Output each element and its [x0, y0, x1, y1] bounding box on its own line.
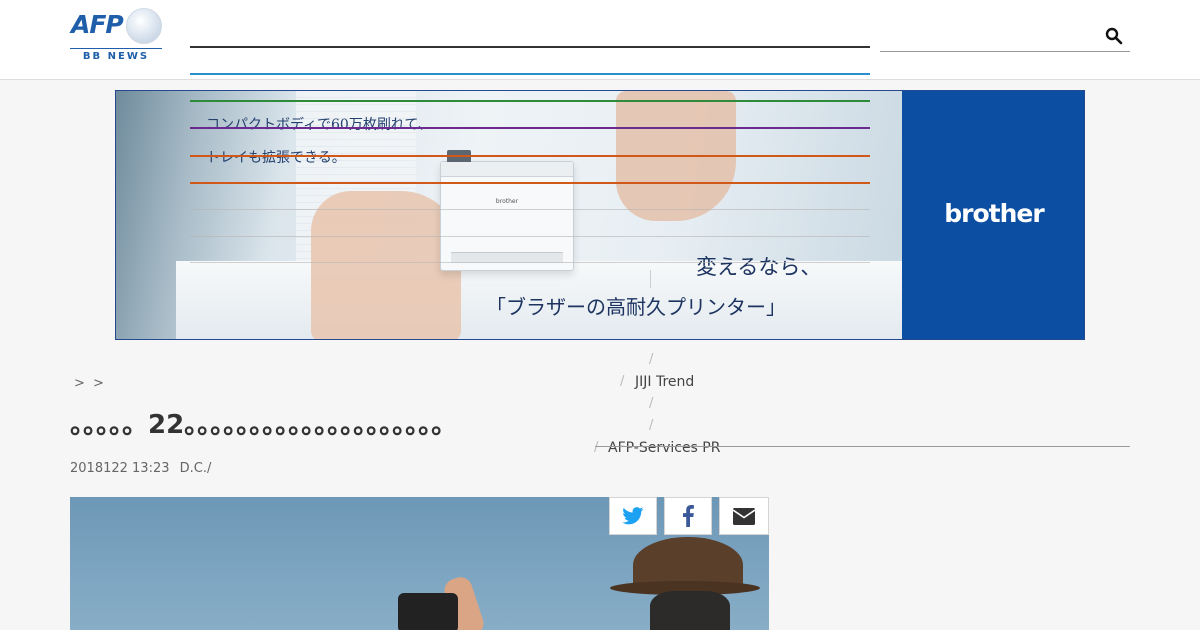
menu-divider — [650, 270, 651, 288]
search-icon[interactable] — [1105, 27, 1123, 45]
ad-copy-line2: トレイも拡張できる。 — [206, 150, 346, 166]
nav-separator: / — [594, 440, 599, 455]
site-header: AFP BB NEWS — [0, 0, 1200, 80]
search-input[interactable] — [880, 24, 1130, 52]
title-divider — [595, 446, 1130, 447]
breadcrumb[interactable]: > > — [74, 376, 106, 391]
article-meta: 2018122 13:23 D.C./ — [70, 461, 217, 476]
menu-rule-green — [190, 100, 870, 102]
photographer-head — [650, 591, 730, 630]
menu-rule-orange-2 — [190, 182, 870, 184]
facebook-icon — [683, 505, 694, 527]
afp-logo[interactable]: AFP BB NEWS — [70, 8, 162, 66]
nav-link-afp-services-pr[interactable]: AFP-Services PR — [608, 440, 720, 456]
nav-separator: / — [649, 352, 654, 367]
nav-separator: / — [649, 418, 654, 433]
article-credit: D.C./ — [179, 461, 212, 476]
ad-headline-2: 「ブラザーの高耐久プリンター」 — [486, 295, 786, 319]
article-date: 2018122 13:23 — [70, 461, 170, 476]
logo-subtitle: BB NEWS — [82, 51, 150, 62]
menu-rule-orange-1 — [190, 155, 870, 157]
nav-link-jiji-trend[interactable]: JIJI Trend — [635, 374, 694, 390]
brother-brand-panel: brother — [902, 91, 1084, 339]
brother-logo: brother — [944, 199, 1044, 228]
printer-image: brother — [440, 150, 574, 271]
logo-wordmark: AFP — [71, 10, 124, 39]
share-twitter-button[interactable] — [609, 497, 657, 535]
nav-rule-dark — [190, 46, 870, 48]
ad-copy-line1: コンパクトボディで60万枚刷れて、 — [206, 117, 432, 133]
printer-brand: brother — [495, 198, 519, 205]
globe-icon — [126, 8, 162, 44]
menu-rule-faint-2 — [190, 236, 870, 237]
menu-rule-faint-3 — [190, 262, 870, 263]
nav-separator: / — [620, 374, 625, 389]
twitter-icon — [622, 507, 644, 525]
share-mail-button[interactable] — [719, 497, 769, 535]
menu-rule-purple — [190, 127, 870, 129]
nav-separator: / — [649, 396, 654, 411]
camera — [398, 593, 458, 630]
nav-rule-blue — [190, 73, 870, 75]
article-title: 。。。。。22。。。。。。。。。。。。。。。。。。。。 — [70, 410, 458, 440]
hand-left — [311, 191, 461, 339]
printer-top — [441, 162, 573, 177]
mail-icon — [733, 507, 755, 525]
logo-rule — [70, 48, 162, 49]
ad-headline-1: 変えるなら、 — [696, 255, 822, 279]
share-facebook-button[interactable] — [664, 497, 712, 535]
menu-rule-faint-1 — [190, 209, 870, 210]
